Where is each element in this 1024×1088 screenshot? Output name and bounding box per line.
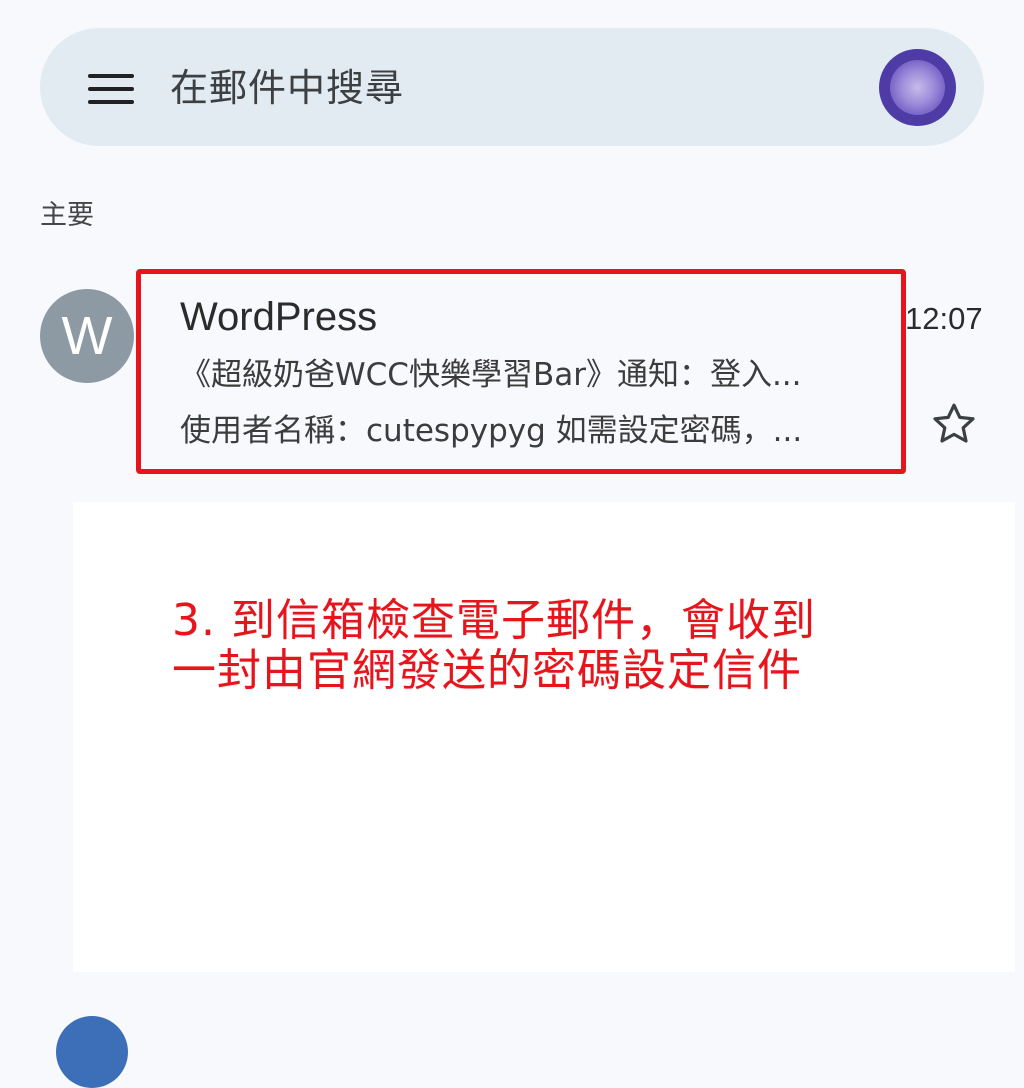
email-subject: 《超級奶爸WCC快樂學習Bar》通知：登入... bbox=[180, 357, 802, 393]
instruction-line-1: 3. 到信箱檢查電子郵件，會收到 bbox=[172, 595, 816, 646]
account-avatar-image bbox=[890, 60, 945, 115]
email-sender: WordPress bbox=[180, 295, 378, 339]
annotation-panel bbox=[73, 502, 1015, 972]
account-avatar[interactable] bbox=[879, 49, 956, 126]
search-input[interactable]: 在郵件中搜尋 bbox=[170, 64, 404, 112]
email-snippet: 使用者名稱：cutespypyg 如需設定密碼，... bbox=[180, 413, 803, 449]
sender-avatar: W bbox=[40, 289, 134, 383]
next-email-avatar bbox=[56, 1016, 128, 1088]
instruction-annotation: 3. 到信箱檢查電子郵件，會收到 一封由官網發送的密碼設定信件 bbox=[172, 596, 816, 696]
star-outline-icon[interactable] bbox=[930, 400, 978, 448]
inbox-section-label: 主要 bbox=[40, 200, 94, 231]
menu-icon[interactable] bbox=[88, 74, 134, 104]
email-time: 12:07 bbox=[905, 301, 983, 336]
instruction-line-2: 一封由官網發送的密碼設定信件 bbox=[172, 645, 802, 696]
